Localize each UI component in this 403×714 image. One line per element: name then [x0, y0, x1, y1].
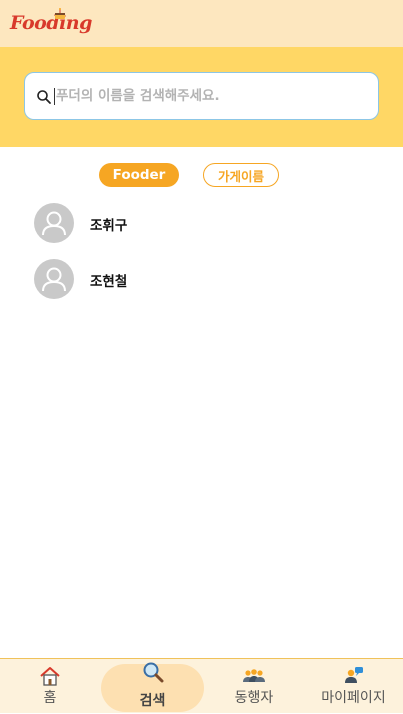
nav-home[interactable]: 홈 [0, 659, 100, 714]
search-icon [143, 662, 163, 683]
app-logo[interactable]: Fooding [10, 12, 92, 34]
mypage-icon [344, 667, 363, 683]
search-icon [37, 90, 51, 104]
text-cursor [54, 88, 55, 105]
user-name: 조휘구 [90, 218, 128, 234]
search-box[interactable] [24, 72, 379, 120]
cake-icon [55, 8, 65, 19]
user-name: 조현철 [90, 274, 128, 290]
nav-search[interactable]: 검색 [101, 659, 204, 714]
companions-icon [243, 669, 265, 682]
list-item[interactable]: 조현철 [34, 259, 374, 301]
tab-store-name[interactable]: 가게이름 [203, 163, 279, 187]
bottom-navigation: 홈 검색 동행자 마이페이지 [0, 658, 403, 713]
nav-companions[interactable]: 동행자 [204, 659, 304, 714]
user-icon [42, 211, 66, 236]
nav-home-label: 홈 [43, 690, 57, 706]
nav-companions-label: 동행자 [234, 690, 274, 706]
nav-search-label: 검색 [139, 693, 166, 709]
list-item[interactable]: 조휘구 [34, 203, 374, 245]
app-header: Fooding [0, 0, 403, 47]
tab-fooder[interactable]: Fooder [99, 163, 179, 187]
avatar [34, 203, 74, 243]
avatar [34, 259, 74, 299]
user-icon [42, 267, 66, 292]
home-icon [40, 667, 60, 686]
nav-mypage[interactable]: 마이페이지 [304, 659, 403, 714]
search-input[interactable] [56, 85, 356, 107]
search-section [0, 47, 403, 147]
nav-mypage-label: 마이페이지 [321, 690, 386, 706]
